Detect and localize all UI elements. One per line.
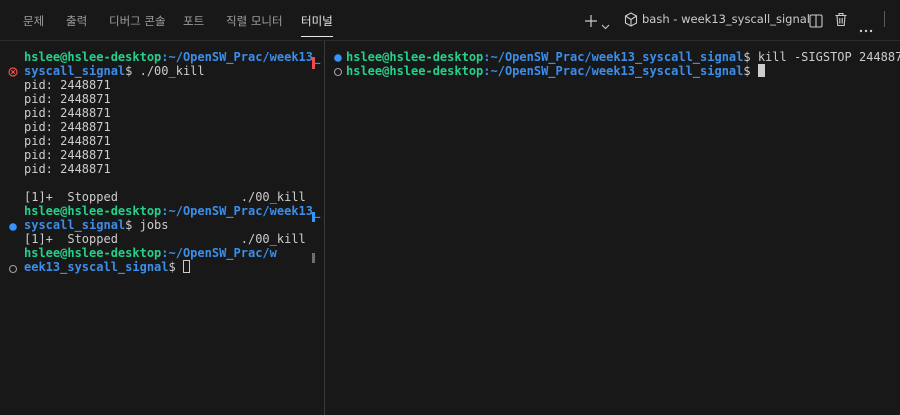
terminal-cursor [182, 260, 190, 273]
cube-icon [624, 12, 638, 31]
terminal-line: pid: 2448871 [24, 148, 111, 162]
terminal-line: [1]+ Stopped ./00_kill [24, 190, 306, 204]
pending-decoration-icon[interactable] [8, 263, 18, 277]
terminal-line: hslee@hslee-desktop:~/OpenSW_Prac/week13… [346, 64, 765, 78]
plus-icon[interactable] [584, 13, 598, 32]
terminal-line: pid: 2448871 [24, 106, 111, 120]
terminal-line: hslee@hslee-desktop:~/OpenSW_Prac/week13… [24, 50, 321, 64]
tab-output[interactable]: 출력 [66, 13, 87, 29]
success-decoration-icon[interactable] [8, 221, 18, 235]
tab-ports[interactable]: 포트 [183, 13, 204, 29]
terminal-line: pid: 2448871 [24, 162, 111, 176]
terminal-line: hslee@hslee-desktop:~/OpenSW_Prac/w [24, 246, 277, 260]
terminal-line: pid: 2448871 [24, 78, 111, 92]
terminal-line: pid: 2448871 [24, 92, 111, 106]
tab-terminal[interactable]: 터미널 [301, 13, 333, 29]
terminal-cursor [757, 64, 765, 77]
tab-serial-monitor[interactable]: 직렬 모니터 [226, 13, 283, 29]
chevron-down-icon[interactable] [601, 16, 610, 35]
toolbar-separator [884, 11, 885, 27]
terminal-line: eek13_syscall_signal$ [24, 260, 190, 274]
command-marker [312, 253, 315, 263]
terminal-line: [1]+ Stopped ./00_kill [24, 232, 306, 246]
terminal-name-label[interactable]: bash - week13_syscall_signal [642, 12, 810, 26]
tab-problems[interactable]: 문제 [23, 13, 44, 29]
terminal-right[interactable]: hslee@hslee-desktop:~/OpenSW_Prac/week13… [325, 41, 900, 415]
ellipsis-icon[interactable] [859, 18, 873, 37]
pending-decoration-icon[interactable] [333, 66, 343, 80]
terminal-line: syscall_signal$ jobs [24, 218, 169, 232]
error-decoration-icon[interactable] [8, 66, 18, 80]
terminal-line: hslee@hslee-desktop:~/OpenSW_Prac/week13… [346, 50, 900, 64]
error-marker [312, 57, 315, 69]
tab-debug-console[interactable]: 디버그 콘솔 [109, 13, 166, 29]
terminal-line: pid: 2448871 [24, 120, 111, 134]
terminal-left-scrollbar[interactable] [312, 41, 323, 415]
terminal-line: pid: 2448871 [24, 134, 111, 148]
panel-tab-bar: 문제 출력 디버그 콘솔 포트 직렬 모니터 터미널 bash - week13… [0, 0, 900, 41]
success-decoration-icon[interactable] [333, 52, 343, 66]
terminal-line: syscall_signal$ ./00_kill [24, 64, 205, 78]
split-icon[interactable] [809, 13, 823, 32]
command-marker [312, 212, 315, 222]
active-tab-indicator [301, 36, 333, 37]
terminal-line: hslee@hslee-desktop:~/OpenSW_Prac/week13… [24, 204, 321, 218]
trash-icon[interactable] [834, 12, 848, 31]
terminal-left[interactable]: hslee@hslee-desktop:~/OpenSW_Prac/week13… [0, 41, 320, 415]
